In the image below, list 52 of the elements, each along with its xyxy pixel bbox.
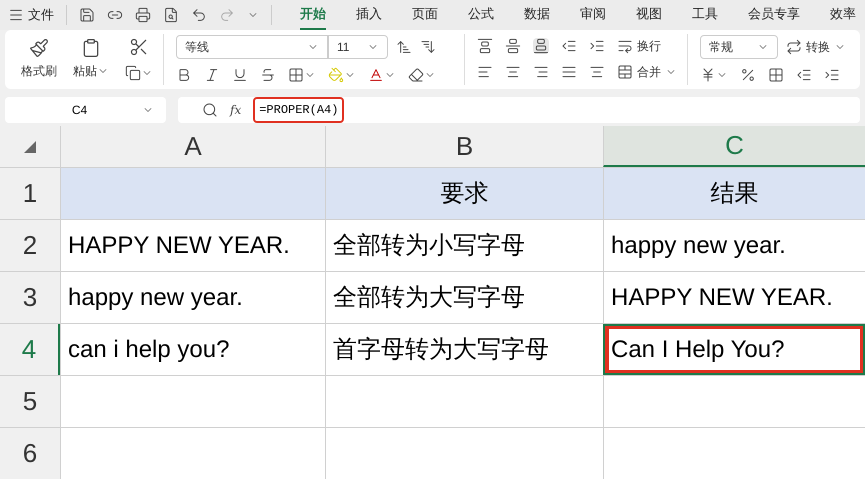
cell-text: happy new year.	[67, 282, 244, 312]
row-header[interactable]: 3	[0, 272, 60, 323]
ribbon-tab[interactable]: 审阅	[580, 0, 606, 30]
number-format-field[interactable]: 常规	[700, 35, 778, 60]
merge-button[interactable]: 合并	[637, 63, 661, 82]
table-cell[interactable]: happy new year.	[603, 220, 865, 271]
font-name-field[interactable]: 等线	[176, 35, 328, 60]
row-header[interactable]: 1	[0, 168, 60, 219]
table-cell[interactable]: 结果	[603, 168, 865, 219]
cell-text: happy new year.	[610, 230, 787, 260]
formula-bar[interactable]: fx =PROPER(A4)	[178, 96, 860, 123]
cell-text: 结果	[710, 178, 760, 208]
table-cell[interactable]: 要求	[325, 168, 603, 219]
paste-button[interactable]: 粘贴	[73, 62, 97, 80]
row-header[interactable]: 2	[0, 220, 60, 271]
table-cell[interactable]: 首字母转为大写字母	[325, 324, 603, 375]
ribbon-tab[interactable]: 页面	[412, 0, 438, 30]
row-header[interactable]: 4	[0, 324, 60, 375]
cell-text: 全部转为小写字母	[332, 230, 526, 260]
convert-button[interactable]: 转换	[806, 38, 830, 56]
table-cell[interactable]: Can I Help You?	[603, 324, 865, 375]
cell-text: Can I Help You?	[610, 334, 786, 364]
ribbon-tab[interactable]: 公式	[468, 0, 494, 30]
row-header[interactable]: 6	[0, 428, 60, 479]
ribbon-tab[interactable]: 视图	[636, 0, 662, 30]
ribbon-tab[interactable]: 会员专享	[748, 0, 800, 30]
cell-text: HAPPY NEW YEAR.	[67, 230, 291, 260]
table-cell[interactable]: can i help you?	[60, 324, 325, 375]
table-cell[interactable]: 全部转为小写字母	[325, 220, 603, 271]
table-cell[interactable]: happy new year.	[60, 272, 325, 323]
file-menu[interactable]: 文件	[28, 5, 54, 25]
table-cell[interactable]: 全部转为大写字母	[325, 272, 603, 323]
cell-text: 要求	[440, 178, 490, 208]
table-cell[interactable]: HAPPY NEW YEAR.	[603, 272, 865, 323]
wrap-text-button[interactable]: 换行	[637, 37, 661, 56]
format-painter-button[interactable]: 格式刷	[21, 62, 57, 80]
ribbon-tab[interactable]: 插入	[356, 0, 382, 30]
row-header[interactable]: 5	[0, 376, 60, 427]
table-cell[interactable]: HAPPY NEW YEAR.	[60, 220, 325, 271]
cell-text: 全部转为大写字母	[332, 282, 526, 312]
column-header[interactable]: C	[603, 126, 865, 167]
formula-text[interactable]: =PROPER(A4)	[253, 96, 344, 123]
cell-text: HAPPY NEW YEAR.	[610, 282, 834, 312]
font-size-field[interactable]: 11	[328, 35, 388, 60]
column-header[interactable]: A	[60, 126, 325, 167]
ribbon-tab[interactable]: 效率	[830, 0, 856, 30]
ribbon-tab[interactable]: 数据	[524, 0, 550, 30]
fx-label: fx	[230, 102, 242, 119]
cell-text: can i help you?	[67, 334, 230, 364]
cell-text: 首字母转为大写字母	[332, 334, 550, 364]
ribbon-tab[interactable]: 工具	[692, 0, 718, 30]
name-box[interactable]: C4	[5, 96, 166, 123]
